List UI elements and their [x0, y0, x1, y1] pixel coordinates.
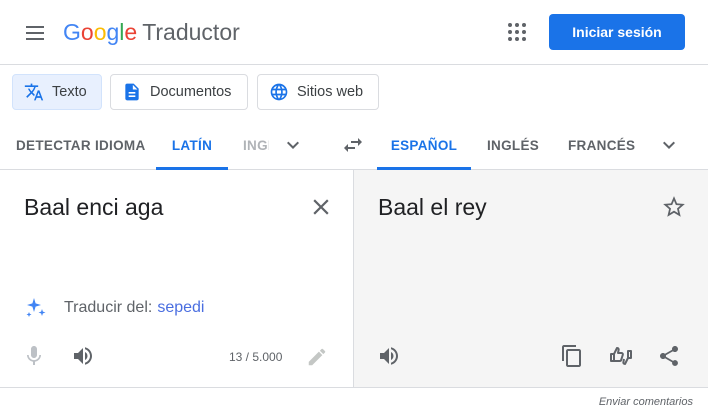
source-panel: Baal enci aga Traducir del: sepedi 13 / … — [0, 170, 354, 388]
signin-button[interactable]: Iniciar sesión — [549, 14, 685, 50]
tab-source-latin[interactable]: LATÍN — [156, 120, 228, 170]
copy-icon[interactable] — [560, 344, 584, 368]
tab-target-english[interactable]: INGLÉS — [487, 120, 539, 170]
chevron-down-icon[interactable] — [657, 133, 681, 157]
mode-websites-button[interactable]: Sitios web — [257, 74, 379, 110]
swap-languages-icon[interactable] — [340, 133, 366, 157]
app-header: Google Traductor Iniciar sesión — [0, 0, 708, 65]
apps-grid-icon[interactable] — [506, 21, 528, 43]
product-name: Traductor — [142, 19, 240, 45]
tab-source-english[interactable]: INGLÉS — [243, 120, 269, 170]
tab-target-spanish[interactable]: ESPAÑOL — [377, 120, 471, 170]
share-icon[interactable] — [657, 344, 681, 368]
language-suggestion: Traducir del: sepedi — [24, 296, 204, 320]
suggestion-prefix: Traducir del: — [64, 299, 153, 316]
close-icon[interactable] — [308, 194, 334, 220]
mode-documents-label: Documentos — [150, 84, 232, 100]
target-panel: Baal el rey — [354, 170, 708, 388]
mode-text-label: Texto — [52, 84, 87, 100]
tab-target-french[interactable]: FRANCÉS — [568, 120, 635, 170]
logo-letter: o — [80, 19, 94, 45]
tab-detect-language[interactable]: DETECTAR IDIOMA — [16, 120, 146, 170]
sparkle-icon — [26, 298, 46, 317]
mode-text-button[interactable]: Texto — [12, 74, 102, 110]
globe-icon — [270, 83, 288, 101]
translation-output: Baal el rey — [378, 194, 487, 220]
mode-toolbar: Texto Documentos Sitios web — [0, 65, 708, 120]
send-feedback-link[interactable]: Enviar comentarios — [0, 396, 693, 408]
star-icon[interactable] — [661, 194, 687, 220]
chevron-down-icon[interactable] — [281, 133, 305, 157]
google-translate-logo[interactable]: Google Traductor — [63, 18, 240, 46]
translate-icon — [24, 83, 44, 101]
character-count: 13 / 5.000 — [229, 350, 283, 364]
mode-documents-button[interactable]: Documentos — [110, 74, 248, 110]
logo-letter: e — [124, 19, 138, 45]
edit-pencil-icon[interactable] — [306, 346, 328, 368]
source-text-input[interactable]: Baal enci aga — [24, 194, 163, 221]
speaker-icon[interactable] — [377, 344, 401, 368]
logo-letter: o — [93, 19, 107, 45]
language-bar: DETECTAR IDIOMA LATÍN INGLÉS ESPAÑOL ING… — [0, 120, 708, 170]
logo-letter: G — [63, 19, 81, 45]
mode-websites-label: Sitios web — [297, 84, 364, 100]
rate-translation-icon[interactable] — [608, 344, 634, 368]
suggested-language-link[interactable]: sepedi — [157, 299, 204, 317]
logo-letter: g — [106, 19, 120, 45]
speaker-icon[interactable] — [71, 344, 95, 368]
document-icon — [125, 83, 139, 101]
microphone-icon[interactable] — [22, 344, 46, 368]
menu-icon[interactable] — [23, 20, 49, 46]
